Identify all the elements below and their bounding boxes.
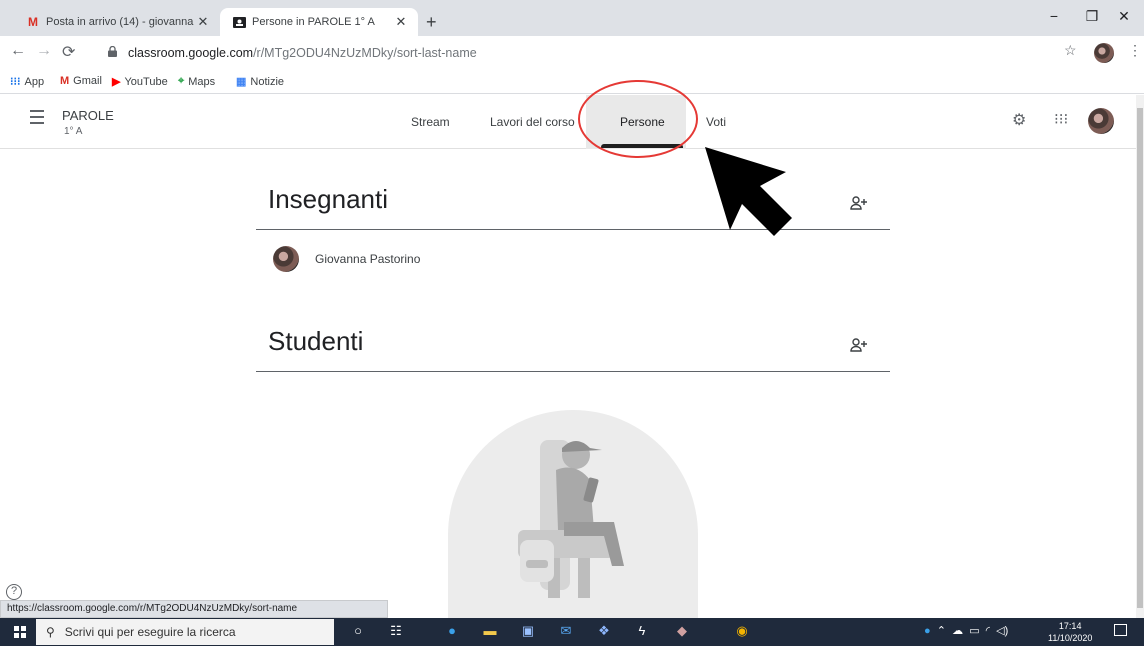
lock-icon xyxy=(108,45,120,60)
apps-grid-icon: ⁝⁝⁝ xyxy=(10,76,21,88)
browser-tab-strip: M Posta in arrivo (14) - giovanna.pa ✕ P… xyxy=(0,0,1144,36)
annotation-arrow xyxy=(705,147,792,236)
class-name[interactable]: PAROLE xyxy=(62,108,114,123)
close-window-button[interactable]: ✕ xyxy=(1104,8,1144,25)
empty-students-illustration xyxy=(448,410,698,620)
close-tab-icon[interactable]: ✕ xyxy=(392,14,410,30)
bookmark-gmail[interactable]: M Gmail xyxy=(60,75,102,87)
taskbar-clock[interactable]: 17:14 11/10/2020 xyxy=(1048,620,1092,644)
browser-toolbar: ← → ⟳ classroom.google.com/r/MTg2ODU4NzU… xyxy=(0,36,1144,70)
tab-lavori-del-corso[interactable]: Lavori del corso xyxy=(490,115,575,129)
wifi-icon[interactable]: ◜ xyxy=(983,625,990,637)
teacher-avatar xyxy=(273,246,299,272)
chrome-taskbar-icon[interactable]: ◉ xyxy=(734,623,750,639)
bookmark-notizie[interactable]: ▦ Notizie xyxy=(236,75,285,89)
file-explorer-icon[interactable]: ▬ xyxy=(482,623,498,639)
tab-title: Posta in arrivo (14) - giovanna.pa xyxy=(46,16,194,28)
bookmark-star-icon[interactable]: ☆ xyxy=(1064,42,1077,59)
bookmark-label: YouTube xyxy=(124,75,168,88)
volume-icon[interactable]: ◁) xyxy=(993,625,1008,637)
chevron-up-icon[interactable]: ⌃ xyxy=(934,625,946,637)
taskbar-search[interactable]: ⚲ Scrivi qui per eseguire la ricerca xyxy=(36,619,334,645)
new-tab-button[interactable]: + xyxy=(426,12,437,33)
close-tab-icon[interactable]: ✕ xyxy=(194,14,212,30)
url-path: /r/MTg2ODU4NzUzMDky/sort-last-name xyxy=(253,46,477,60)
bookmark-label: Notizie xyxy=(250,75,285,88)
classroom-header: PAROLE 1° A Stream Lavori del corso Pers… xyxy=(0,95,1144,149)
students-divider xyxy=(256,371,890,372)
onedrive-icon[interactable]: ☁ xyxy=(949,625,963,637)
task-view-icon[interactable]: ☷ xyxy=(388,623,404,639)
news-icon: ▦ xyxy=(236,76,247,88)
account-avatar[interactable] xyxy=(1088,108,1114,134)
status-bar-url: https://classroom.google.com/r/MTg2ODU4N… xyxy=(0,600,388,618)
bookmarks-bar: ⁝⁝⁝ App M Gmail ▶ YouTube ⌖ Maps ▦ Notiz… xyxy=(0,70,1144,94)
classroom-icon xyxy=(232,15,246,29)
hamburger-menu-icon[interactable] xyxy=(30,110,44,128)
bookmark-label: App xyxy=(24,75,45,88)
teachers-heading: Insegnanti xyxy=(268,184,388,214)
edge-icon[interactable]: ● xyxy=(444,623,460,639)
clock-time: 17:14 xyxy=(1058,621,1082,631)
help-icon[interactable]: ? xyxy=(6,584,22,600)
invite-student-icon[interactable] xyxy=(850,338,868,355)
tab-title: Persone in PAROLE 1° A xyxy=(252,16,375,28)
back-arrow-icon[interactable]: ← xyxy=(10,42,26,60)
bookmark-label: Maps xyxy=(188,75,216,88)
chrome-menu-icon[interactable]: ⋮ xyxy=(1128,42,1142,59)
bookmark-youtube[interactable]: ▶ YouTube xyxy=(112,75,168,89)
taskbar-search-placeholder: Scrivi qui per eseguire la ricerca xyxy=(64,625,236,639)
cortana-icon[interactable]: ○ xyxy=(350,623,366,639)
search-icon: ⚲ xyxy=(46,625,55,639)
windows-start-icon[interactable] xyxy=(14,626,26,638)
gmail-icon: M xyxy=(28,15,38,29)
battery-icon[interactable]: ▭ xyxy=(966,625,979,637)
forward-arrow-icon[interactable]: → xyxy=(36,42,52,60)
youtube-icon: ▶ xyxy=(112,76,121,88)
bolt-app-icon[interactable]: ϟ xyxy=(634,623,650,639)
gmail-icon: M xyxy=(60,75,70,87)
reload-icon[interactable]: ⟳ xyxy=(62,42,75,62)
minimize-button[interactable]: − xyxy=(1034,8,1074,24)
apps-grid-icon[interactable]: ⁝⁝⁝ xyxy=(1054,110,1068,128)
annotation-circle xyxy=(578,80,698,158)
settings-gear-icon[interactable]: ⚙ xyxy=(1012,110,1026,130)
profile-avatar[interactable] xyxy=(1094,43,1114,63)
paint-icon[interactable]: ◆ xyxy=(674,623,690,639)
clock-date: 11/10/2020 xyxy=(1048,633,1093,643)
system-tray[interactable]: ● ⌃ ☁ ▭ ◜ ◁) xyxy=(924,624,1008,637)
windows-taskbar: ⚲ Scrivi qui per eseguire la ricerca ○ ☷… xyxy=(0,618,1144,646)
scrollbar-thumb[interactable] xyxy=(1137,108,1143,608)
bookmark-maps[interactable]: ⌖ Maps xyxy=(178,75,215,88)
tab-stream[interactable]: Stream xyxy=(411,115,450,129)
bookmark-label: Gmail xyxy=(73,75,102,87)
notification-center-icon[interactable] xyxy=(1114,624,1127,636)
mail-icon[interactable]: ✉ xyxy=(558,623,574,639)
invite-teacher-icon[interactable] xyxy=(850,196,868,213)
teacher-name: Giovanna Pastorino xyxy=(315,252,421,266)
url-host: classroom.google.com xyxy=(128,46,254,60)
class-section: 1° A xyxy=(64,126,83,137)
tab-voti[interactable]: Voti xyxy=(706,115,726,129)
store-icon[interactable]: ▣ xyxy=(520,623,536,639)
address-bar[interactable]: classroom.google.com/r/MTg2ODU4NzUzMDky/… xyxy=(108,39,1093,67)
dropbox-icon[interactable]: ❖ xyxy=(596,623,612,639)
students-heading: Studenti xyxy=(268,326,364,356)
maps-icon: ⌖ xyxy=(178,75,185,87)
help-tray-icon[interactable]: ● xyxy=(924,625,931,637)
browser-tab-gmail[interactable]: M Posta in arrivo (14) - giovanna.pa ✕ xyxy=(14,8,220,36)
browser-tab-classroom[interactable]: Persone in PAROLE 1° A ✕ xyxy=(220,8,418,36)
bookmark-app[interactable]: ⁝⁝⁝ App xyxy=(10,75,45,89)
